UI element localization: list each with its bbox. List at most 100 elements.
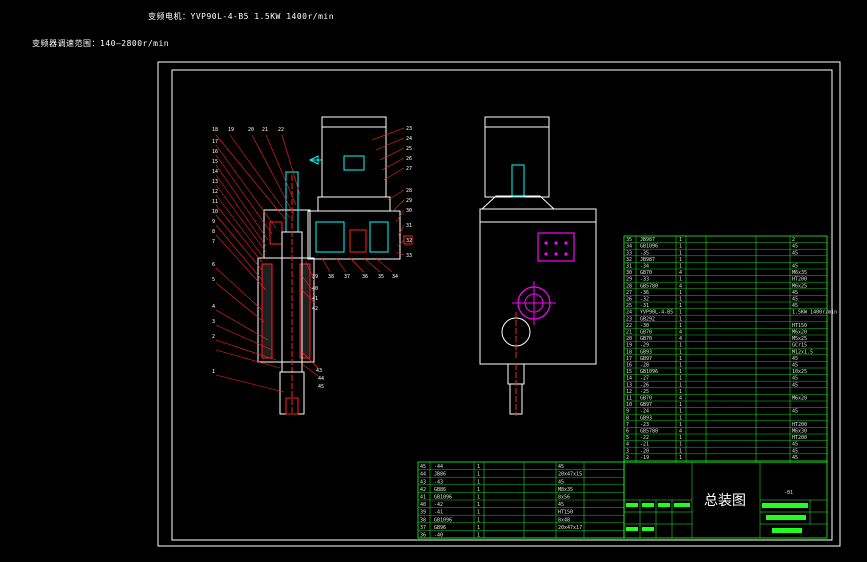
table-cell-qty: 1 xyxy=(679,402,682,408)
table-cell-note: 45 xyxy=(792,244,798,250)
svg-text:21: 21 xyxy=(262,127,268,133)
table-cell-note: 45 xyxy=(558,479,564,485)
svg-text:4: 4 xyxy=(212,304,215,310)
table-cell-no: 15 xyxy=(626,369,632,375)
table-cell-note: 45 xyxy=(792,250,798,256)
table-cell-code: -43 xyxy=(434,479,443,485)
table-cell-qty: 1 xyxy=(679,356,682,362)
svg-text:11: 11 xyxy=(212,199,218,205)
table-cell-qty: 4 xyxy=(679,270,682,276)
table-cell-code: -26 xyxy=(640,382,649,388)
table-cell-note: 8x48 xyxy=(558,517,570,523)
table-cell-code: GB97 xyxy=(640,356,652,362)
table-cell-qty: 1 xyxy=(477,510,480,516)
table-cell-code: -35 xyxy=(640,250,649,256)
table-cell-note: 45 xyxy=(792,455,798,461)
table-cell-note: 45 xyxy=(558,502,564,508)
table-cell-qty: 1 xyxy=(679,349,682,355)
svg-text:16: 16 xyxy=(212,149,218,155)
table-cell-note: 45 xyxy=(792,442,798,448)
table-cell-note: M6x20 xyxy=(792,330,807,336)
table-cell-note: 20x47x17 xyxy=(558,525,582,531)
table-cell-qty: 1 xyxy=(477,525,480,531)
table-cell-qty: 1 xyxy=(679,422,682,428)
svg-text:17: 17 xyxy=(212,139,218,145)
table-cell-no: 16 xyxy=(626,363,632,369)
table-cell-code: YVP90L-4-B5 xyxy=(640,310,673,316)
table-cell-qty: 1 xyxy=(679,290,682,296)
table-cell-code: GB96 xyxy=(434,525,446,531)
svg-text:45: 45 xyxy=(318,384,324,390)
svg-text:34: 34 xyxy=(392,274,398,280)
table-cell-code: -23 xyxy=(640,422,649,428)
table-cell-qty: 1 xyxy=(679,297,682,303)
svg-text:8: 8 xyxy=(212,229,215,235)
table-cell-note: 45 xyxy=(792,409,798,415)
table-cell-code: GB5780 xyxy=(640,283,658,289)
svg-text:26: 26 xyxy=(406,156,412,162)
table-cell-qty: 4 xyxy=(679,283,682,289)
table-cell-no: 34 xyxy=(626,244,632,250)
svg-text:13: 13 xyxy=(212,179,218,185)
table-cell-code: -27 xyxy=(640,376,649,382)
table-cell-no: 13 xyxy=(626,382,632,388)
table-cell-qty: 1 xyxy=(679,343,682,349)
svg-text:14: 14 xyxy=(212,169,218,175)
table-cell-no: 5 xyxy=(626,435,629,441)
table-cell-note: HT150 xyxy=(558,510,573,516)
table-cell-no: 19 xyxy=(626,343,632,349)
table-cell-no: 43 xyxy=(420,479,426,485)
table-cell-no: 6 xyxy=(626,429,629,435)
svg-text:5: 5 xyxy=(212,277,215,283)
table-cell-code: -33 xyxy=(640,277,649,283)
table-cell-code: GB1096 xyxy=(434,517,452,523)
table-cell-no: 35 xyxy=(626,237,632,243)
table-cell-no: 20 xyxy=(626,336,632,342)
table-cell-code: GB97 xyxy=(640,402,652,408)
table-cell-no: 30 xyxy=(626,270,632,276)
svg-text:41: 41 xyxy=(312,296,318,302)
table-cell-qty: 1 xyxy=(477,502,480,508)
svg-text:33: 33 xyxy=(406,253,412,259)
table-cell-note: 45 xyxy=(792,356,798,362)
svg-text:19: 19 xyxy=(228,127,234,133)
table-cell-code: -28 xyxy=(640,363,649,369)
table-cell-no: 44 xyxy=(420,472,426,478)
table-cell-code: JB86 xyxy=(434,472,446,478)
table-cell-no: 4 xyxy=(626,442,629,448)
table-cell-qty: 1 xyxy=(679,448,682,454)
table-cell-qty: 1 xyxy=(477,487,480,493)
table-cell-code: JB987 xyxy=(640,237,655,243)
drawing-title: 总装图 xyxy=(704,493,746,509)
svg-text:23: 23 xyxy=(406,126,412,132)
table-cell-no: 26 xyxy=(626,297,632,303)
table-cell-no: 39 xyxy=(420,510,426,516)
table-cell-code: -21 xyxy=(640,442,649,448)
svg-text:3: 3 xyxy=(212,319,215,325)
table-cell-code: -22 xyxy=(640,435,649,441)
table-cell-qty: 1 xyxy=(679,250,682,256)
table-cell-qty: 1 xyxy=(679,435,682,441)
svg-text:42: 42 xyxy=(312,306,318,312)
svg-text:18: 18 xyxy=(212,127,218,133)
drawing-canvas: 变频电机：YVP90L-4-B5 1.5KW 1400r/min 变频器调速范围… xyxy=(0,0,867,562)
table-cell-qty: 1 xyxy=(679,382,682,388)
svg-text:43: 43 xyxy=(316,368,322,374)
svg-text:2: 2 xyxy=(212,334,215,340)
table-cell-note: 10x25 xyxy=(792,369,807,375)
table-cell-no: 2 xyxy=(626,455,629,461)
table-cell-note: HT200 xyxy=(792,277,807,283)
table-cell-no: 42 xyxy=(420,487,426,493)
table-cell-code: GB70 xyxy=(640,336,652,342)
table-cell-code: -31 xyxy=(640,303,649,309)
table-cell-code: -30 xyxy=(640,323,649,329)
table-cell-qty: 1 xyxy=(679,257,682,263)
table-cell-note: 45 xyxy=(792,382,798,388)
table-cell-no: 21 xyxy=(626,330,632,336)
table-cell-no: 9 xyxy=(626,409,629,415)
table-cell-qty: 1 xyxy=(679,455,682,461)
table-cell-no: 36 xyxy=(420,533,426,539)
table-cell-note: 45 xyxy=(792,264,798,270)
table-cell-no: 45 xyxy=(420,464,426,470)
table-cell-qty: 4 xyxy=(679,336,682,342)
